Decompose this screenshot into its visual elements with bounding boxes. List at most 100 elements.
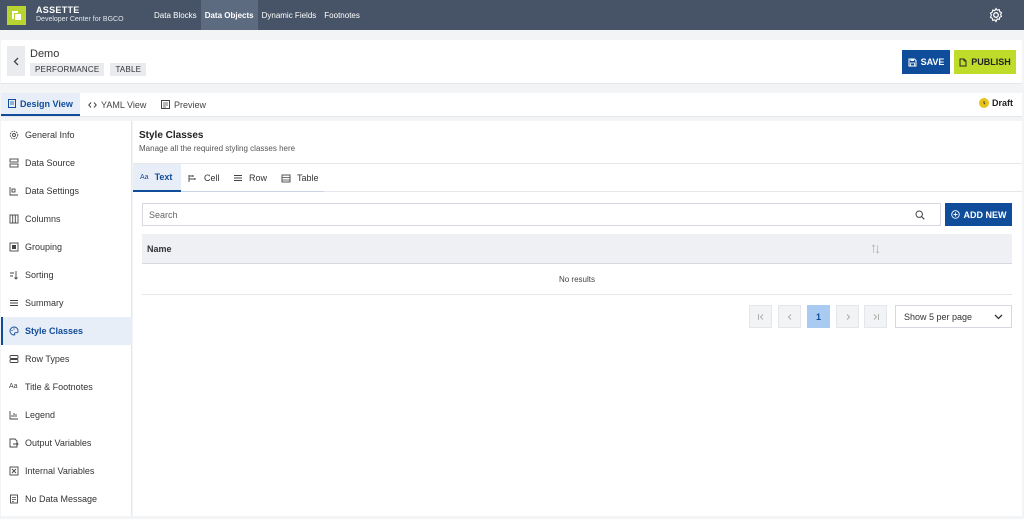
draft-status-icon [978,98,989,108]
sidebar-item-label: Legend [25,410,56,420]
tab-table[interactable]: Table [281,164,319,192]
sidebar-item-internal-variables[interactable]: Internal Variables [1,457,132,485]
message-icon [10,494,18,504]
app-name: ASSETTE [36,5,80,15]
cell-icon [188,174,196,182]
nav-data-blocks[interactable]: Data Blocks [150,0,201,30]
row-icon [234,175,242,181]
back-button[interactable] [7,46,25,76]
columns-icon [9,214,19,224]
search-box [142,203,941,226]
first-page-button[interactable] [749,305,772,328]
style-class-tabs: Aa Text Cell Row Table [133,163,1022,192]
chevron-right-icon [846,313,850,320]
tag-performance: PERFORMANCE [30,63,105,76]
brand[interactable]: ASSETTE Developer Center for BGCO [0,0,150,30]
tab-text[interactable]: Aa Text [133,164,181,192]
publish-label: PUBLISH [971,57,1011,67]
sidebar-item-label: Sorting [25,270,54,280]
tab-text-label: Text [154,172,173,182]
section-title: Style Classes [139,130,204,141]
plus-circle-icon [950,210,960,219]
column-header-name[interactable]: Name [147,244,172,254]
row-types-icon [9,355,19,363]
sort-arrows-icon[interactable] [871,244,880,254]
sidebar-item-label: Internal Variables [25,466,95,476]
text-aa-icon: Aa [140,173,149,181]
tab-row[interactable]: Row [233,164,267,192]
per-page-select[interactable]: Show 5 per page [895,305,1012,328]
tab-cell[interactable]: Cell [188,164,220,192]
sidebar-item-output-variables[interactable]: Output Variables [1,429,132,457]
last-page-icon [873,313,879,320]
empty-results-row: No results [142,265,1012,295]
tag-table: TABLE [110,63,147,76]
sidebar-item-style-classes[interactable]: Style Classes [1,317,132,345]
last-page-button[interactable] [864,305,887,328]
top-navigation-bar: ASSETTE Developer Center for BGCO Data B… [0,0,1024,30]
save-button[interactable]: SAVE [902,50,950,74]
sidebar-item-label: Grouping [25,242,63,252]
output-icon [9,438,19,448]
data-source-icon [9,158,19,168]
table-header: Name [142,234,1012,264]
legend-icon [9,411,18,420]
top-nav: Data Blocks Data Objects Dynamic Fields … [150,0,364,30]
sidebar-item-label: Columns [25,214,61,224]
nav-dynamic-fields[interactable]: Dynamic Fields [258,0,321,30]
sidebar-item-label: Data Settings [25,186,80,196]
text-aa-icon: Aa [9,383,18,390]
next-page-button[interactable] [836,305,859,328]
status-label: Draft [991,98,1013,108]
per-page-value: Show 5 per page [904,311,973,322]
tab-table-label: Table [297,173,319,183]
tab-design-view[interactable]: Design View [1,93,80,116]
chevron-down-icon [994,314,1003,319]
save-label: SAVE [920,57,945,67]
tab-preview[interactable]: Preview [161,93,206,116]
sidebar-item-general-info[interactable]: General Info [1,121,132,149]
sidebar-item-label: Style Classes [25,326,84,336]
main-panel: Style Classes Manage all the required st… [133,121,1022,516]
sidebar-item-label: General Info [25,130,75,140]
nav-data-objects[interactable]: Data Objects [200,0,258,30]
sidebar-item-summary[interactable]: Summary [1,289,132,317]
sidebar-item-label: Summary [25,298,64,308]
tab-yaml-view-label: YAML View [101,99,147,110]
sidebar-item-grouping[interactable]: Grouping [1,233,132,261]
tab-yaml-view[interactable]: YAML View [88,93,146,116]
summary-icon [10,300,18,306]
previous-page-button[interactable] [778,305,801,328]
object-header: Demo PERFORMANCE TABLE SAVE PUBLISH [1,40,1022,84]
first-page-icon [757,313,763,320]
sidebar-item-label: No Data Message [25,494,98,504]
search-icon[interactable] [915,210,925,220]
data-settings-icon [9,187,18,196]
internal-icon [9,466,19,476]
sidebar-item-data-settings[interactable]: Data Settings [1,177,132,205]
sidebar-item-row-types[interactable]: Row Types [1,345,132,373]
sort-icon [10,271,18,280]
sidebar-item-no-data-message[interactable]: No Data Message [1,485,132,513]
publish-file-icon [959,58,967,66]
tabs-underline [181,191,324,192]
code-icon [88,101,97,108]
app-subtitle: Developer Center for BGCO [36,16,124,23]
sidebar-item-title-footnotes[interactable]: Aa Title & Footnotes [1,373,132,401]
tab-design-view-label: Design View [20,98,73,109]
view-tab-bar: Design View YAML View Preview Draft [1,93,1022,117]
tab-preview-label: Preview [174,99,207,110]
section-subtitle: Manage all the required styling classes … [139,144,296,153]
status-badge: Draft [978,98,1013,108]
page-number-button[interactable]: 1 [807,305,830,328]
add-new-button[interactable]: ADD NEW [945,203,1012,226]
nav-footnotes[interactable]: Footnotes [320,0,364,30]
sidebar-item-data-source[interactable]: Data Source [1,149,132,177]
sidebar-item-columns[interactable]: Columns [1,205,132,233]
settings-gear-icon[interactable] [988,7,1004,23]
sidebar-item-sorting[interactable]: Sorting [1,261,132,289]
search-input[interactable] [143,204,903,225]
sidebar-item-legend[interactable]: Legend [1,401,132,429]
publish-button[interactable]: PUBLISH [954,50,1016,74]
gear-icon [9,130,19,140]
